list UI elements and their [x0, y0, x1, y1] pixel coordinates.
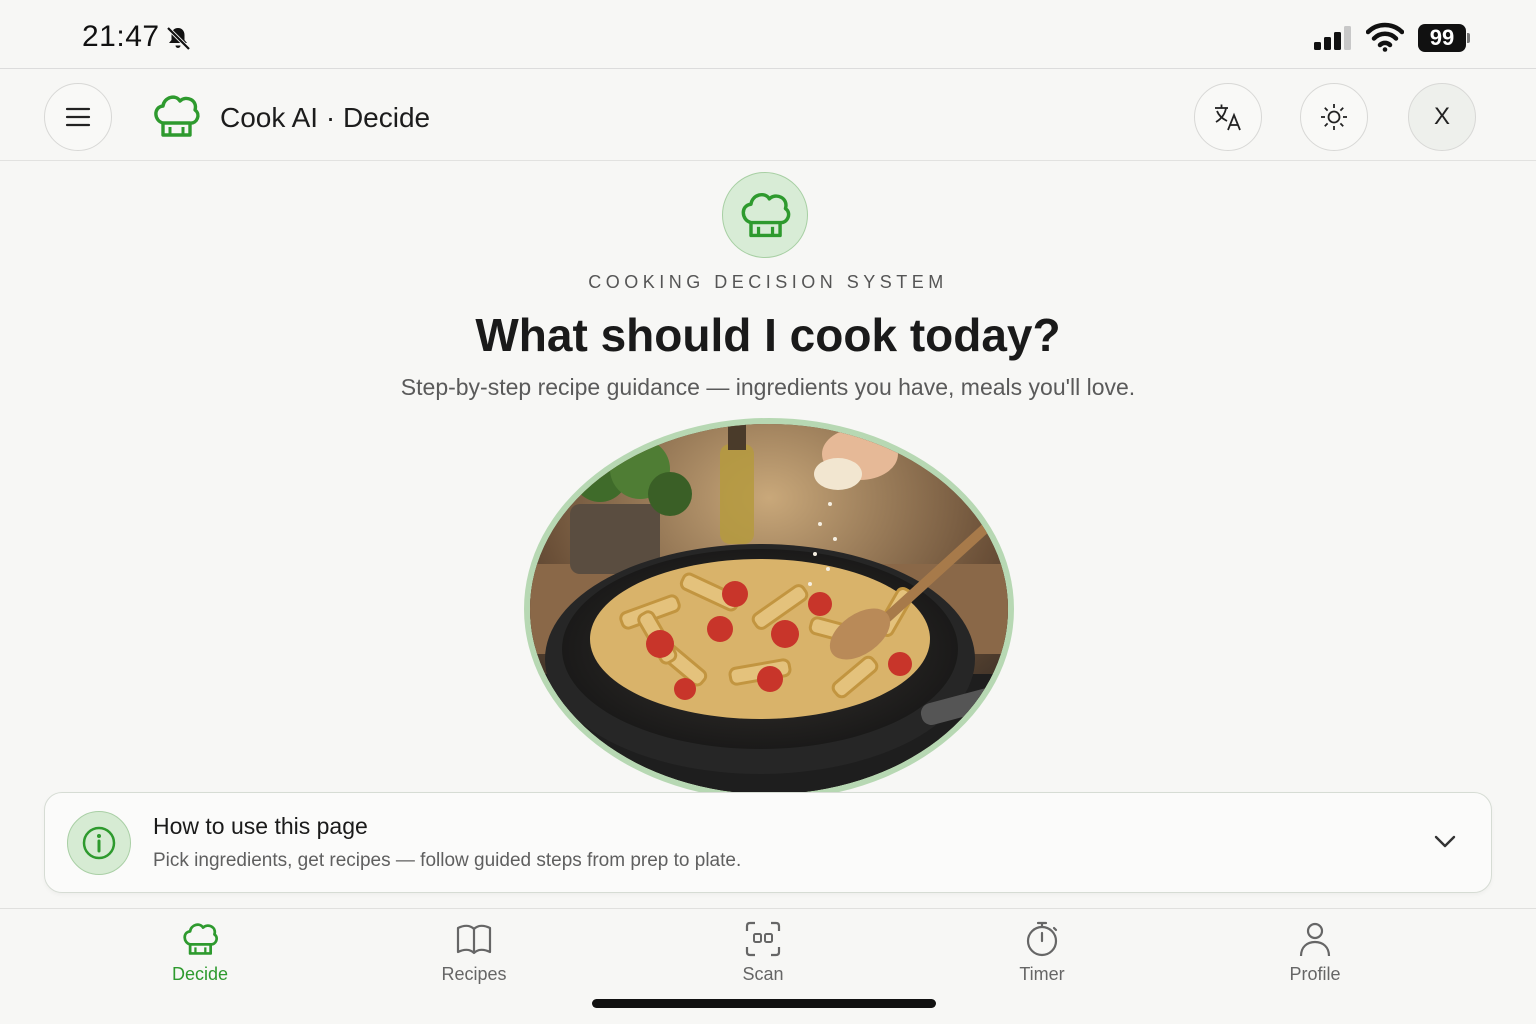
tab-decide[interactable]: Decide: [130, 920, 270, 992]
theme-toggle-button[interactable]: [1300, 83, 1368, 151]
battery-icon: 99: [1418, 24, 1470, 52]
chef-hat-icon: [154, 95, 200, 137]
translate-icon: [1215, 104, 1241, 131]
chevron-down-icon[interactable]: [1431, 829, 1459, 853]
hero-headline: What should I cook today?: [475, 309, 1061, 361]
status-bar: 21:47 99: [0, 0, 1536, 68]
hero-image-pasta: [524, 418, 1014, 800]
close-button[interactable]: X: [1408, 83, 1476, 151]
chef-hat-icon: [741, 192, 791, 238]
chef-hat-icon: [183, 923, 219, 955]
tab-recipes[interactable]: Recipes: [404, 920, 544, 992]
book-icon: [456, 924, 492, 955]
tab-scan[interactable]: Scan: [693, 920, 833, 992]
info-card-title: How to use this page: [153, 813, 368, 839]
status-time: 21:47: [82, 20, 160, 53]
sun-icon: [1321, 104, 1347, 130]
tab-profile[interactable]: Profile: [1245, 920, 1385, 992]
pasta-illustration: [530, 424, 1008, 794]
scan-icon: [745, 921, 781, 957]
tab-timer[interactable]: Timer: [972, 920, 1112, 992]
info-icon: [67, 811, 131, 875]
app-header: Cook AI · Decide X: [0, 69, 1536, 161]
tabbar-divider: [0, 908, 1536, 909]
bell-off-icon: [166, 26, 191, 51]
battery-level: 99: [1418, 24, 1466, 52]
tab-label-timer: Timer: [1019, 964, 1065, 984]
cellular-signal-icon: [1314, 26, 1351, 50]
app-screen: 21:47 99 Cook AI · Decide X COOKING DECI…: [0, 0, 1536, 1024]
menu-icon: [65, 107, 91, 127]
tab-label-scan: Scan: [742, 964, 784, 984]
tab-label-recipes: Recipes: [441, 964, 507, 984]
hero-badge: [722, 172, 808, 258]
tab-label-decide: Decide: [171, 964, 229, 984]
menu-button[interactable]: [44, 83, 112, 151]
timer-icon: [1026, 921, 1058, 957]
translate-button[interactable]: [1194, 83, 1262, 151]
hero-subhead: Step-by-step recipe guidance — ingredien…: [400, 374, 1136, 400]
hero-eyebrow: COOKING DECISION SYSTEM: [588, 272, 948, 292]
user-icon: [1299, 922, 1331, 957]
tab-label-profile: Profile: [1289, 964, 1341, 984]
header-divider: [0, 160, 1536, 161]
home-indicator[interactable]: [592, 999, 936, 1008]
close-label: X: [1433, 103, 1450, 130]
how-to-use-card[interactable]: How to use this page Pick ingredients, g…: [44, 792, 1492, 893]
wifi-icon: [1366, 22, 1404, 52]
info-card-description: Pick ingredients, get recipes — follow g…: [153, 850, 742, 871]
page-title: Cook AI · Decide: [220, 102, 431, 133]
